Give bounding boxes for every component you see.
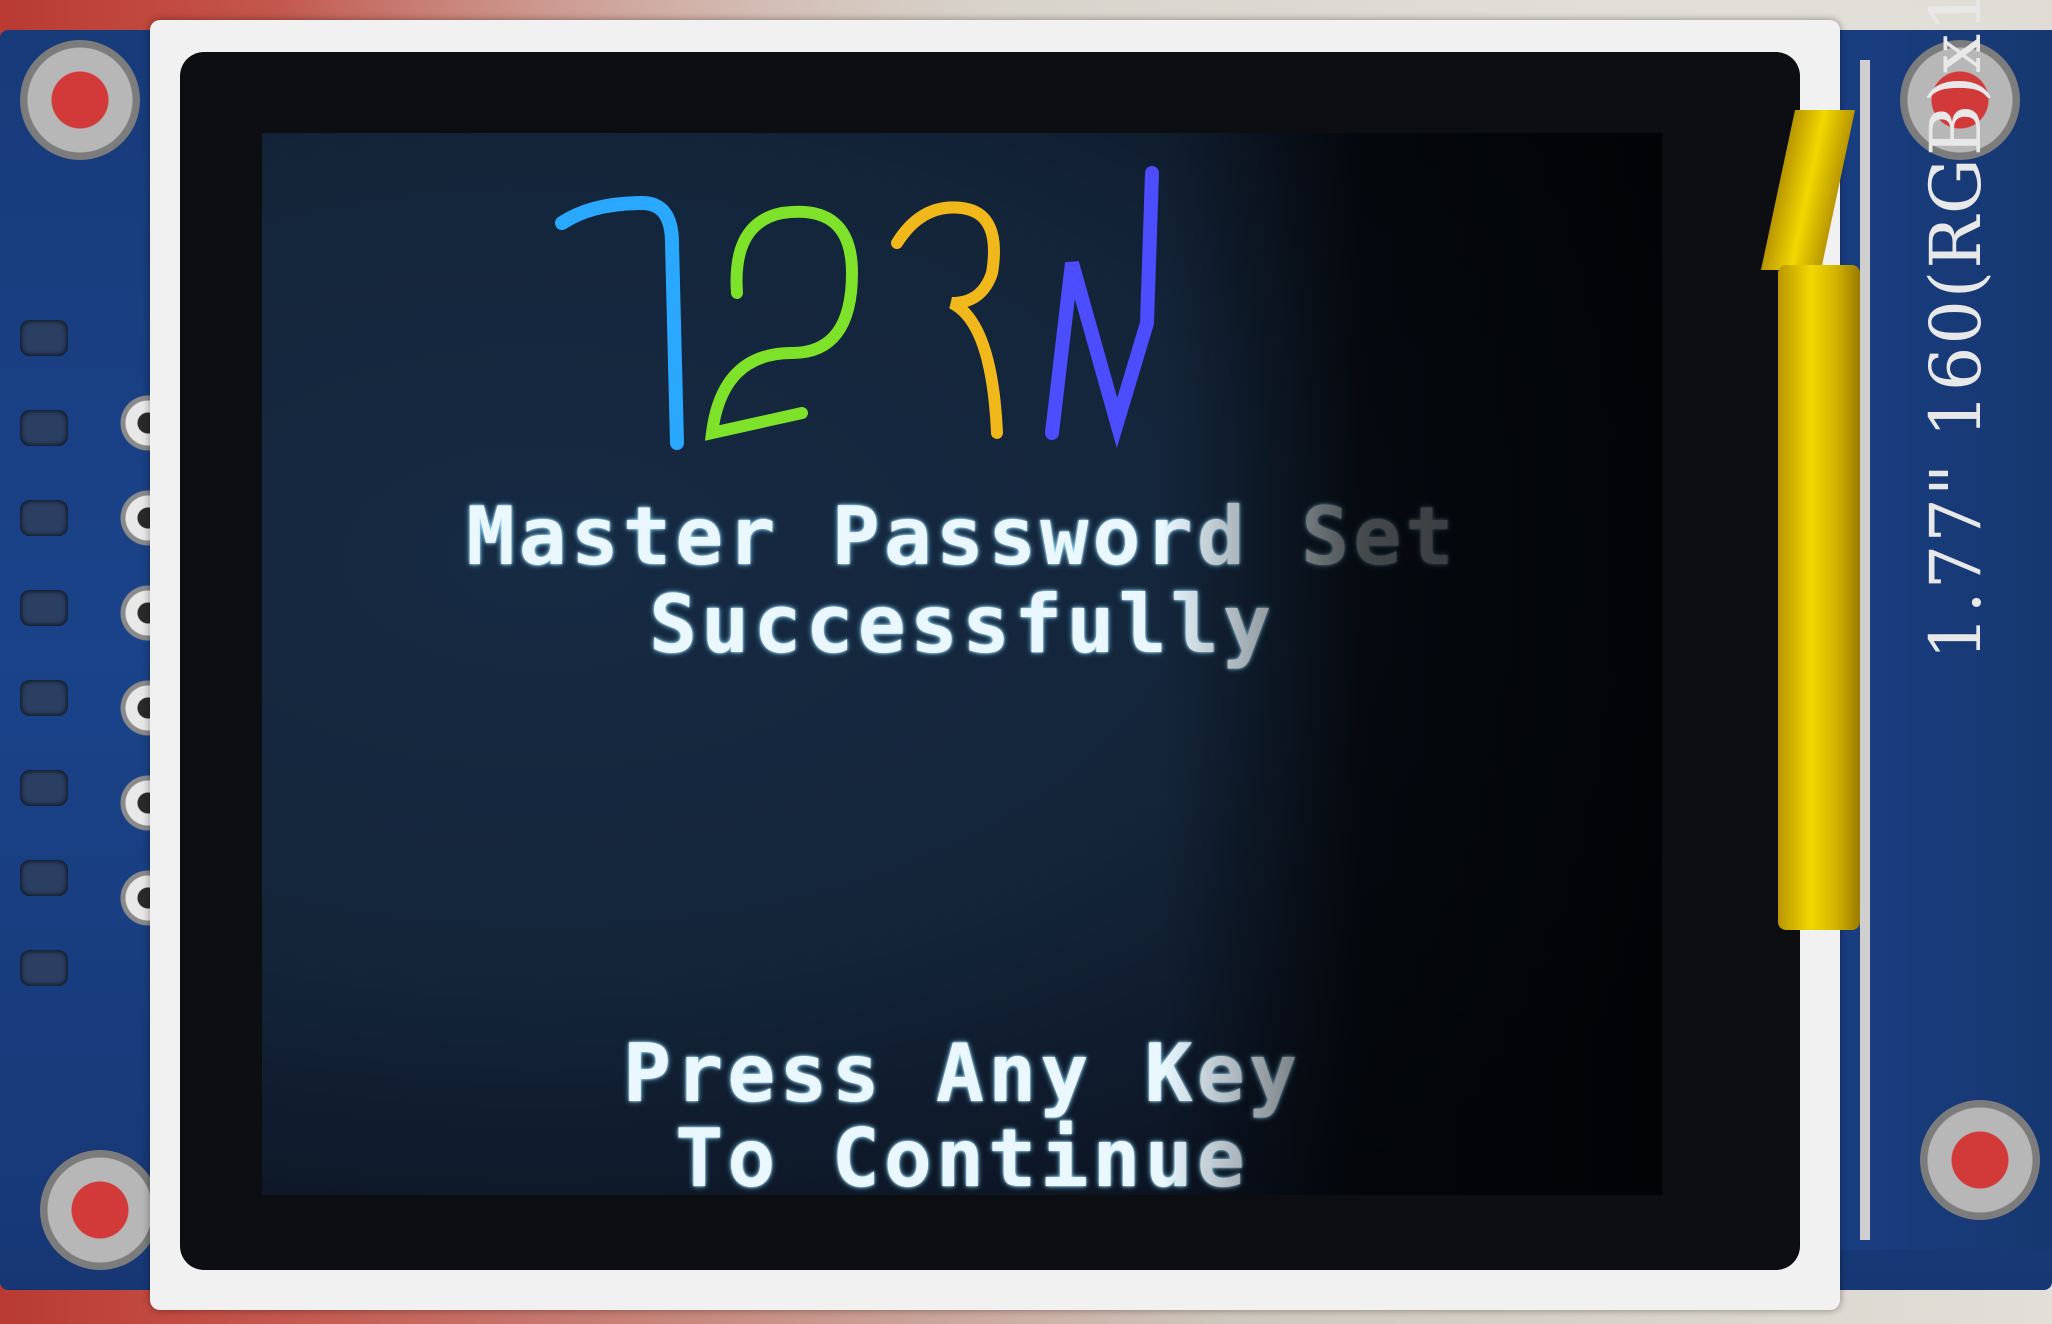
connector-strip — [1860, 60, 1870, 1240]
glyph-3-icon — [891, 201, 1003, 439]
mounting-hole-top-left — [20, 40, 140, 160]
mounting-hole-bottom-right — [1920, 1100, 2040, 1220]
silkscreen-label: 1.77" 160(RGB)x128 — [1915, 0, 1997, 660]
glyph-2-icon — [704, 205, 859, 441]
mounting-hole-bottom-left — [40, 1150, 160, 1270]
header-pad — [20, 410, 68, 446]
glyph-1-icon — [555, 195, 684, 450]
header-pad — [20, 860, 68, 896]
screen-glare-shade — [1162, 133, 1662, 1195]
header-pad — [20, 950, 68, 986]
header-pad — [20, 500, 68, 536]
header-pad — [20, 680, 68, 716]
flex-cable — [1778, 265, 1860, 930]
header-pad — [20, 590, 68, 626]
header-pad — [20, 320, 68, 356]
header-pad — [20, 770, 68, 806]
lcd-screen: Master Password Set Successfully Press A… — [262, 133, 1662, 1195]
glyph-4-icon — [1045, 166, 1159, 449]
